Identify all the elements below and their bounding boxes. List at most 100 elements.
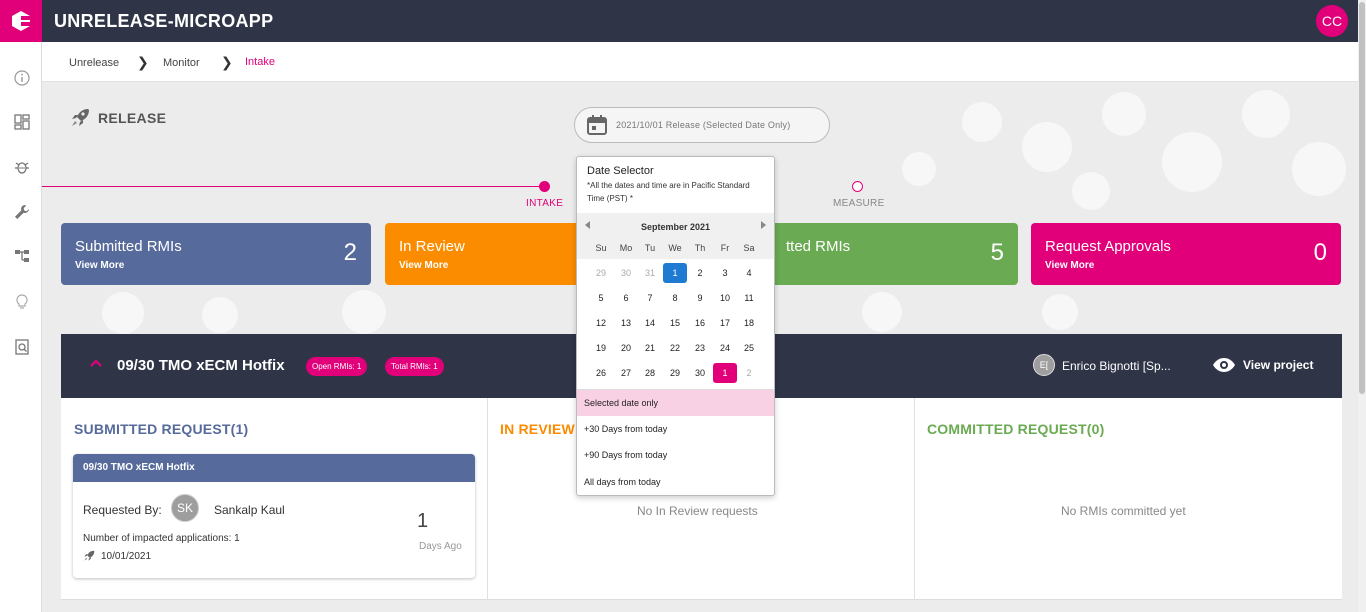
calendar-day[interactable]: 10 bbox=[713, 288, 737, 308]
background-decoration bbox=[1072, 172, 1110, 210]
in-review-title: IN REVIEW bbox=[500, 421, 575, 437]
calendar-day[interactable]: 2 bbox=[688, 263, 712, 283]
calendar-day[interactable]: 1 bbox=[713, 363, 737, 383]
breadcrumb-unrelease[interactable]: Unrelease bbox=[69, 57, 119, 69]
days-ago-count: 1 bbox=[417, 510, 429, 532]
hierarchy-icon[interactable] bbox=[12, 246, 32, 266]
column-divider bbox=[914, 398, 915, 600]
breadcrumb: Unrelease ❯ Monitor ❯ Intake bbox=[42, 42, 1358, 82]
calendar-day[interactable]: 29 bbox=[663, 363, 687, 383]
wrench-icon[interactable] bbox=[12, 202, 32, 222]
rocket-icon bbox=[72, 109, 89, 126]
app-logo[interactable] bbox=[0, 0, 42, 42]
release-label: RELEASE bbox=[98, 110, 167, 126]
calendar-day[interactable]: 19 bbox=[589, 338, 613, 358]
calendar-day[interactable]: 26 bbox=[589, 363, 613, 383]
option-selected-date-only[interactable]: Selected date only bbox=[577, 390, 774, 416]
calendar-day[interactable]: 12 bbox=[589, 313, 613, 333]
calendar-day[interactable]: 28 bbox=[638, 363, 662, 383]
calendar-icon bbox=[587, 115, 607, 135]
calendar-day[interactable]: 1 bbox=[663, 263, 687, 283]
calendar-day[interactable]: 21 bbox=[638, 338, 662, 358]
stat-value: 2 bbox=[343, 239, 357, 266]
calendar-day[interactable]: 17 bbox=[713, 313, 737, 333]
calendar-day[interactable]: 5 bbox=[589, 288, 613, 308]
requester-avatar: SK bbox=[171, 494, 199, 522]
app-title: UNRELEASE-MICROAPP bbox=[54, 11, 274, 31]
release-heading: RELEASE bbox=[68, 106, 166, 130]
requested-by-label: Requested By: bbox=[83, 503, 162, 517]
stat-title: tted RMIs bbox=[786, 238, 851, 255]
owner-name: Enrico Bignotti [Sp... bbox=[1062, 359, 1171, 373]
calendar-day[interactable]: 13 bbox=[614, 313, 638, 333]
breadcrumb-monitor[interactable]: Monitor bbox=[163, 57, 200, 69]
background-decoration bbox=[1042, 294, 1078, 330]
calendar-day[interactable]: 23 bbox=[688, 338, 712, 358]
open-rmis-badge: Open RMIs: 1 bbox=[306, 357, 368, 376]
search-document-icon[interactable] bbox=[12, 337, 32, 357]
lightbulb-icon[interactable] bbox=[12, 292, 32, 312]
info-icon[interactable] bbox=[12, 68, 32, 88]
calendar-day[interactable]: 2 bbox=[737, 363, 761, 383]
calendar-day[interactable]: 30 bbox=[688, 363, 712, 383]
background-decoration bbox=[962, 102, 1002, 142]
option-90-days[interactable]: +90 Days from today bbox=[577, 442, 774, 468]
measure-step-label: MEASURE bbox=[833, 198, 885, 209]
calendar-day[interactable]: 31 bbox=[638, 263, 662, 283]
calendar-day[interactable]: 24 bbox=[713, 338, 737, 358]
bug-icon[interactable] bbox=[12, 157, 32, 177]
request-card-title: 09/30 TMO xECM Hotfix bbox=[73, 454, 475, 482]
calendar-day[interactable]: 4 bbox=[737, 263, 761, 283]
submitted-request-title: SUBMITTED REQUEST(1) bbox=[74, 421, 249, 437]
timezone-note: *All the dates and time are in Pacific S… bbox=[587, 181, 750, 203]
column-divider bbox=[487, 398, 488, 600]
calendar-day[interactable]: 6 bbox=[614, 288, 638, 308]
calendar-day[interactable]: 9 bbox=[688, 288, 712, 308]
weekday-label: Fr bbox=[720, 243, 730, 253]
next-month-arrow-icon[interactable] bbox=[761, 221, 766, 229]
calendar-day[interactable]: 8 bbox=[663, 288, 687, 308]
calendar-day[interactable]: 27 bbox=[614, 363, 638, 383]
calendar-day[interactable]: 7 bbox=[638, 288, 662, 308]
calendar-day[interactable]: 15 bbox=[663, 313, 687, 333]
requester-name: Sankalp Kaul bbox=[214, 503, 285, 517]
background-decoration bbox=[1162, 132, 1222, 192]
calendar-day[interactable]: 14 bbox=[638, 313, 662, 333]
option-all-days[interactable]: All days from today bbox=[577, 469, 774, 495]
calendar-day[interactable]: 25 bbox=[737, 338, 761, 358]
view-more-link[interactable]: View More bbox=[1045, 260, 1094, 271]
page-scrollbar[interactable] bbox=[1358, 0, 1366, 612]
view-more-link[interactable]: View More bbox=[75, 260, 124, 271]
project-title: 09/30 TMO xECM Hotfix bbox=[117, 357, 285, 374]
calendar-day[interactable]: 20 bbox=[614, 338, 638, 358]
impacted-applications: Number of impacted applications: 1 bbox=[83, 533, 240, 544]
dashboard-icon[interactable] bbox=[12, 112, 32, 132]
view-more-link[interactable]: View More bbox=[399, 260, 448, 271]
calendar-day[interactable]: 11 bbox=[737, 288, 761, 308]
days-ago-label: Days Ago bbox=[419, 541, 462, 552]
request-card[interactable]: 09/30 TMO xECM Hotfix Requested By: SK S… bbox=[73, 454, 475, 578]
calendar-day[interactable]: 22 bbox=[663, 338, 687, 358]
chevron-up-icon[interactable] bbox=[89, 358, 103, 368]
calendar-day[interactable]: 3 bbox=[713, 263, 737, 283]
request-approvals-card[interactable]: Request Approvals View More 0 bbox=[1031, 223, 1341, 285]
weekday-label: Tu bbox=[644, 243, 656, 253]
calendar-day[interactable]: 29 bbox=[589, 263, 613, 283]
calendar-day[interactable]: 30 bbox=[614, 263, 638, 283]
release-date-selector[interactable]: 2021/10/01 Release (Selected Date Only) bbox=[574, 107, 830, 143]
intake-step-label: INTAKE bbox=[526, 198, 564, 209]
calendar-day[interactable]: 18 bbox=[737, 313, 761, 333]
calendar-day[interactable]: 16 bbox=[688, 313, 712, 333]
submitted-rmis-card[interactable]: Submitted RMIs View More 2 bbox=[61, 223, 371, 285]
chevron-right-icon: ❯ bbox=[221, 54, 233, 70]
date-selector-title: Date Selector bbox=[587, 165, 654, 177]
background-decoration bbox=[1292, 142, 1346, 196]
intake-step-dot[interactable] bbox=[539, 181, 550, 192]
weekday-label: Mo bbox=[619, 243, 633, 253]
view-project-button[interactable]: View project bbox=[1212, 357, 1313, 373]
user-avatar[interactable]: CC bbox=[1316, 5, 1348, 37]
stat-title: In Review bbox=[399, 238, 465, 255]
option-30-days[interactable]: +30 Days from today bbox=[577, 416, 774, 442]
measure-step-dot[interactable] bbox=[852, 181, 863, 192]
scrollbar-thumb[interactable] bbox=[1359, 2, 1365, 394]
